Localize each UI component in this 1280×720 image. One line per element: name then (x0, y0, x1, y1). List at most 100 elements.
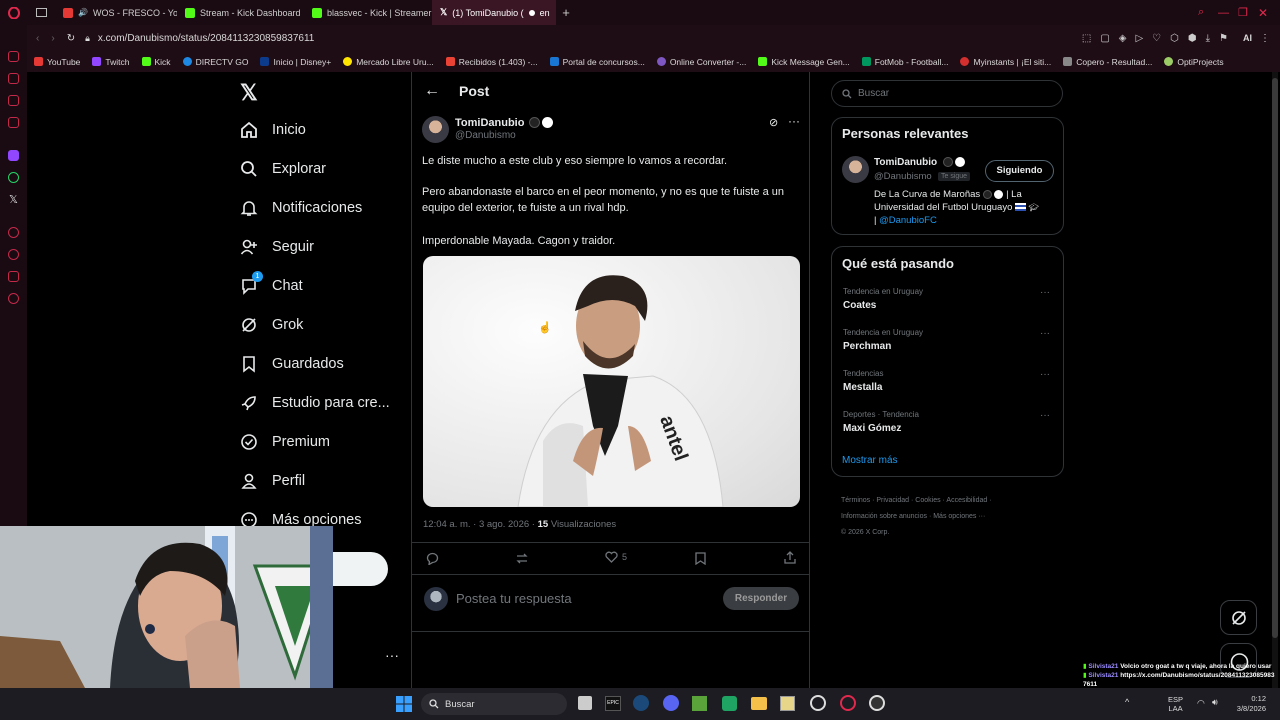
tab-kick-streamer[interactable]: blassvec - Kick | Streamer (304, 0, 432, 25)
bookmark-twitch[interactable]: Twitch (92, 57, 130, 67)
sidebar-whatsapp-icon[interactable] (8, 172, 19, 183)
trend-more-icon[interactable]: ··· (1040, 328, 1050, 339)
discord-icon[interactable] (663, 695, 679, 711)
ai-icon[interactable]: AI (1243, 33, 1252, 43)
bookmark-optiprojects[interactable]: OptiProjects (1164, 57, 1224, 67)
show-more-link[interactable]: Mostrar más (842, 455, 898, 466)
x-logo-icon[interactable]: 𝕏 (240, 80, 258, 106)
maximize-button[interactable]: ❐ (1238, 6, 1258, 19)
windows-start-icon[interactable] (396, 696, 412, 717)
scrollbar-thumb[interactable] (1272, 78, 1278, 638)
search-tabs-icon[interactable]: ⌕ (1198, 6, 1218, 19)
scrollbar[interactable] (1272, 72, 1278, 688)
opera-icon[interactable] (840, 695, 856, 711)
trend-item[interactable]: Tendencias Mestalla (843, 369, 883, 393)
trend-item[interactable]: Tendencia en Uruguay Coates (843, 287, 923, 311)
notepad-icon[interactable] (780, 696, 795, 711)
sidebar-gmail-icon[interactable] (8, 117, 19, 128)
avatar[interactable] (842, 156, 869, 183)
sidebar-x-icon[interactable]: 𝕏 (9, 193, 18, 206)
bookmark-disney[interactable]: Inicio | Disney+ (260, 57, 331, 67)
trend-more-icon[interactable]: ··· (1040, 287, 1050, 298)
nav-bookmarks[interactable]: Guardados (240, 355, 344, 373)
like-button[interactable]: 5 (605, 551, 627, 563)
steam-icon[interactable] (633, 695, 649, 711)
nav-chat[interactable]: 1 Chat (240, 271, 303, 295)
tab-youtube[interactable]: 🔊 WOS - FRESCO - YouTu (55, 0, 177, 25)
back-icon[interactable]: ‹ (36, 33, 39, 44)
forward-icon[interactable]: › (51, 33, 54, 44)
person-handle[interactable]: @Danubismo (874, 171, 932, 182)
obs-icon[interactable] (869, 695, 885, 711)
following-button[interactable]: Siguiendo (985, 160, 1054, 182)
tab-x-post[interactable]: 𝕏 (1) TomiDanubio ( en (432, 0, 556, 25)
task-view-icon[interactable] (578, 696, 592, 710)
nav-follow[interactable]: Seguir (240, 238, 314, 256)
url-field[interactable]: x.com/Danubismo/status/20841132308598376… (98, 33, 314, 44)
sidebar-settings-icon[interactable] (8, 293, 19, 304)
tray-chevron-icon[interactable]: ^ (1125, 697, 1129, 707)
xbox-app-icon[interactable] (722, 696, 737, 711)
language-indicator[interactable]: ESP LAA (1168, 695, 1183, 713)
sidebar-history-icon[interactable] (8, 249, 19, 260)
reload-icon[interactable]: ↻ (67, 33, 75, 44)
new-tab-button[interactable]: + (556, 5, 576, 20)
minecraft-icon[interactable] (692, 696, 707, 711)
bookmark-myinstants[interactable]: Myinstants | ¡El siti... (960, 57, 1051, 67)
author-handle[interactable]: @Danubismo (455, 130, 516, 141)
trend-item[interactable]: Tendencia en Uruguay Perchman (843, 328, 923, 352)
sidebar-messenger-icon[interactable] (8, 95, 19, 106)
menu-icon[interactable]: ⋮ (1260, 33, 1270, 44)
sidebar-twitch-icon[interactable] (8, 150, 19, 161)
bookmark-icon[interactable] (695, 552, 706, 570)
bookmark-converter[interactable]: Online Converter -... (656, 57, 746, 67)
post-button[interactable] (330, 552, 388, 586)
repost-icon[interactable] (515, 552, 529, 570)
bookmark-copero[interactable]: Copero - Resultad... (1063, 57, 1152, 67)
bookmark-mercadolibre[interactable]: Mercado Libre Uru... (343, 57, 434, 67)
bookmark-directv[interactable]: DIRECTV GO (182, 57, 248, 67)
share-icon[interactable] (784, 551, 796, 569)
nav-grok[interactable]: Grok (240, 316, 303, 334)
nav-notifications[interactable]: Notificaciones (240, 199, 362, 217)
sidebar-aria-icon[interactable] (8, 51, 19, 62)
footer-links[interactable]: Términos · Privacidad · Cookies · Accesi… (841, 493, 992, 541)
nav-explore[interactable]: Explorar (240, 160, 326, 178)
sidebar-pinboard-icon[interactable] (8, 271, 19, 282)
bookmark-youtube[interactable]: YouTube (34, 57, 80, 67)
reply-icon[interactable] (426, 552, 439, 568)
search-input[interactable]: Buscar (831, 80, 1063, 107)
trend-more-icon[interactable]: ··· (1040, 410, 1050, 421)
grok-float-button[interactable] (1220, 600, 1257, 635)
file-explorer-icon[interactable] (751, 697, 767, 710)
extensions-icons[interactable]: ⬚▢◈▷♡⬡⬢⤓⚑ (1082, 33, 1237, 44)
opera-logo-icon[interactable] (0, 6, 27, 19)
avatar[interactable] (422, 116, 449, 143)
bookmark-portal[interactable]: Portal de concursos... (549, 57, 645, 67)
nav-premium[interactable]: Premium (240, 433, 330, 451)
volume-icon[interactable]: 🔊︎ (1212, 697, 1218, 708)
person-name[interactable]: TomiDanubio (874, 157, 937, 168)
epic-games-icon[interactable]: EPIC (605, 696, 621, 711)
bookmark-fotmob[interactable]: FotMob - Football... (861, 57, 948, 67)
post-image[interactable]: antel (423, 256, 800, 507)
opera-gx-icon[interactable] (810, 695, 826, 711)
bookmark-kick[interactable]: Kick (141, 57, 171, 67)
nav-creator-studio[interactable]: Estudio para cre... (240, 394, 390, 412)
bookmark-gmail[interactable]: Recibidos (1.403) -... (445, 57, 538, 67)
reply-input[interactable]: Postea tu respuesta (456, 591, 572, 606)
minimize-button[interactable]: — (1218, 7, 1238, 19)
tab-kick-dashboard[interactable]: Stream - Kick Dashboard (177, 0, 304, 25)
reply-button[interactable]: Responder (723, 587, 799, 610)
clock[interactable]: 0:12 3/8/2026 (1230, 694, 1266, 714)
back-arrow-icon[interactable]: ← (424, 82, 440, 100)
close-window-button[interactable]: ✕ (1258, 6, 1280, 20)
trend-more-icon[interactable]: ··· (1040, 369, 1050, 380)
author-name[interactable]: TomiDanubio (455, 117, 524, 129)
taskbar-search-input[interactable]: Buscar (421, 693, 567, 715)
trend-item[interactable]: Deportes · Tendencia Maxi Gómez (843, 410, 919, 434)
sidebar-music-icon[interactable] (8, 227, 19, 238)
grok-explain-icon[interactable]: ⊘ (769, 116, 778, 129)
sidebar-crypto-icon[interactable] (8, 73, 19, 84)
bookmark-kick-message[interactable]: Kick Message Gen... (758, 57, 850, 67)
